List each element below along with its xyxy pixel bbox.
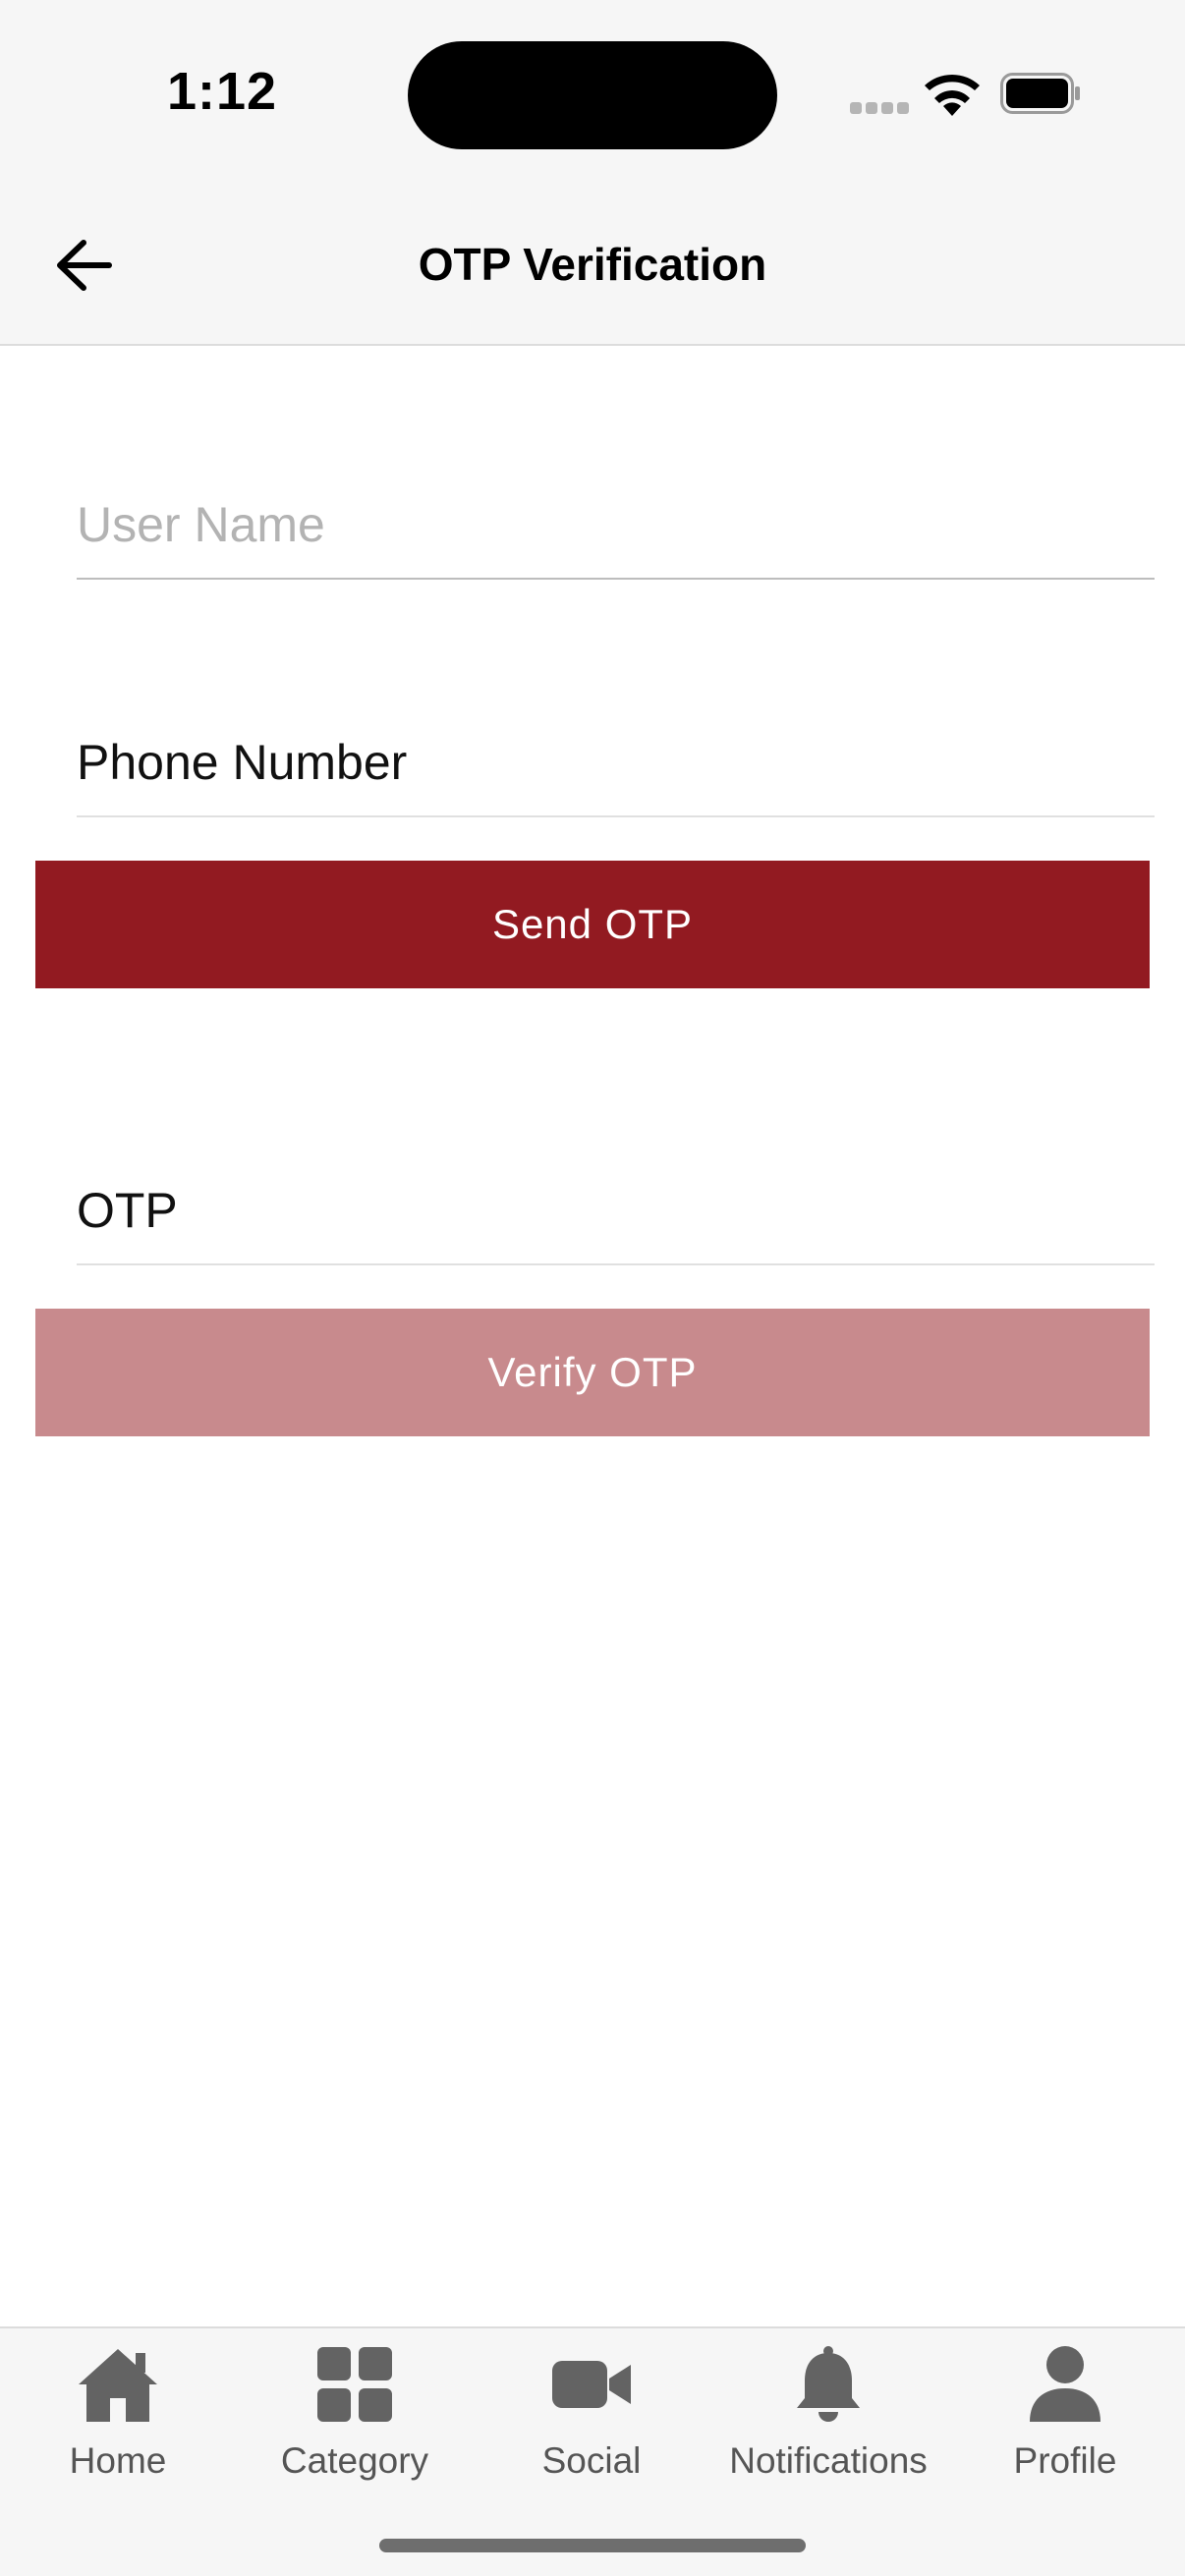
cellular-signal-icon: [850, 102, 909, 116]
home-indicator[interactable]: [379, 2539, 806, 2552]
navigation-header: OTP Verification: [0, 196, 1185, 346]
dynamic-island: [408, 41, 777, 149]
tab-profile-label: Profile: [1013, 2440, 1117, 2481]
tab-profile[interactable]: Profile: [947, 2328, 1183, 2495]
tab-home[interactable]: Home: [0, 2328, 236, 2495]
person-icon: [1021, 2340, 1109, 2429]
status-bar: 1:12: [0, 0, 1185, 196]
username-input[interactable]: [77, 472, 1155, 580]
verify-otp-button[interactable]: Verify OTP: [35, 1309, 1150, 1436]
tab-social-label: Social: [541, 2440, 642, 2481]
grid-icon: [310, 2340, 399, 2429]
wifi-icon: [924, 73, 981, 116]
tab-notifications[interactable]: Notifications: [710, 2328, 946, 2495]
phone-number-input[interactable]: [77, 709, 1155, 817]
status-time: 1:12: [167, 62, 278, 121]
bell-icon: [784, 2340, 873, 2429]
battery-icon: [1000, 73, 1081, 114]
tab-category[interactable]: Category: [237, 2328, 473, 2495]
home-icon: [74, 2340, 162, 2429]
send-otp-button[interactable]: Send OTP: [35, 861, 1150, 988]
video-camera-icon: [547, 2340, 636, 2429]
tab-notifications-label: Notifications: [729, 2440, 928, 2481]
tab-home-label: Home: [69, 2440, 167, 2481]
otp-input[interactable]: [77, 1157, 1155, 1265]
tab-social[interactable]: Social: [474, 2328, 709, 2495]
tab-category-label: Category: [280, 2440, 429, 2481]
otp-verification-screen: 1:12 OTP Verification User Name Phone Nu…: [0, 0, 1185, 2576]
page-title: OTP Verification: [418, 239, 767, 290]
